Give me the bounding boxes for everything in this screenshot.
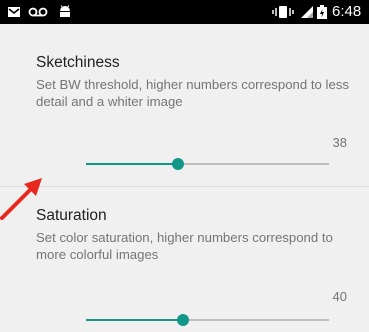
- red-arrow-icon: [0, 178, 42, 220]
- saturation-preference[interactable]: Saturation Set color saturation, higher …: [0, 186, 369, 332]
- voicemail-icon: [28, 7, 48, 17]
- slider-fill: [86, 319, 184, 321]
- vibrate-icon: [272, 6, 294, 18]
- status-bar: 6:48: [0, 0, 369, 24]
- preference-value: 38: [332, 135, 347, 150]
- preference-summary: Set BW threshold, higher numbers corresp…: [36, 77, 349, 109]
- saturation-slider[interactable]: [86, 310, 329, 330]
- mail-icon: [8, 7, 20, 17]
- sketchiness-preference[interactable]: Sketchiness Set BW threshold, higher num…: [0, 24, 369, 186]
- preference-summary: Set color saturation, higher numbers cor…: [36, 230, 333, 262]
- slider-thumb[interactable]: [177, 314, 190, 326]
- android-icon: [60, 5, 70, 17]
- slider-fill: [86, 163, 179, 165]
- status-time: 6:48: [332, 3, 362, 20]
- preference-value: 40: [332, 289, 347, 304]
- battery-icon: [317, 5, 327, 19]
- signal-icon: [301, 6, 313, 18]
- sketchiness-slider[interactable]: [86, 154, 329, 174]
- slider-thumb[interactable]: [172, 158, 185, 170]
- preference-title: Sketchiness: [36, 54, 120, 71]
- screen: 6:48 Sketchiness Set BW threshold, highe…: [0, 0, 369, 332]
